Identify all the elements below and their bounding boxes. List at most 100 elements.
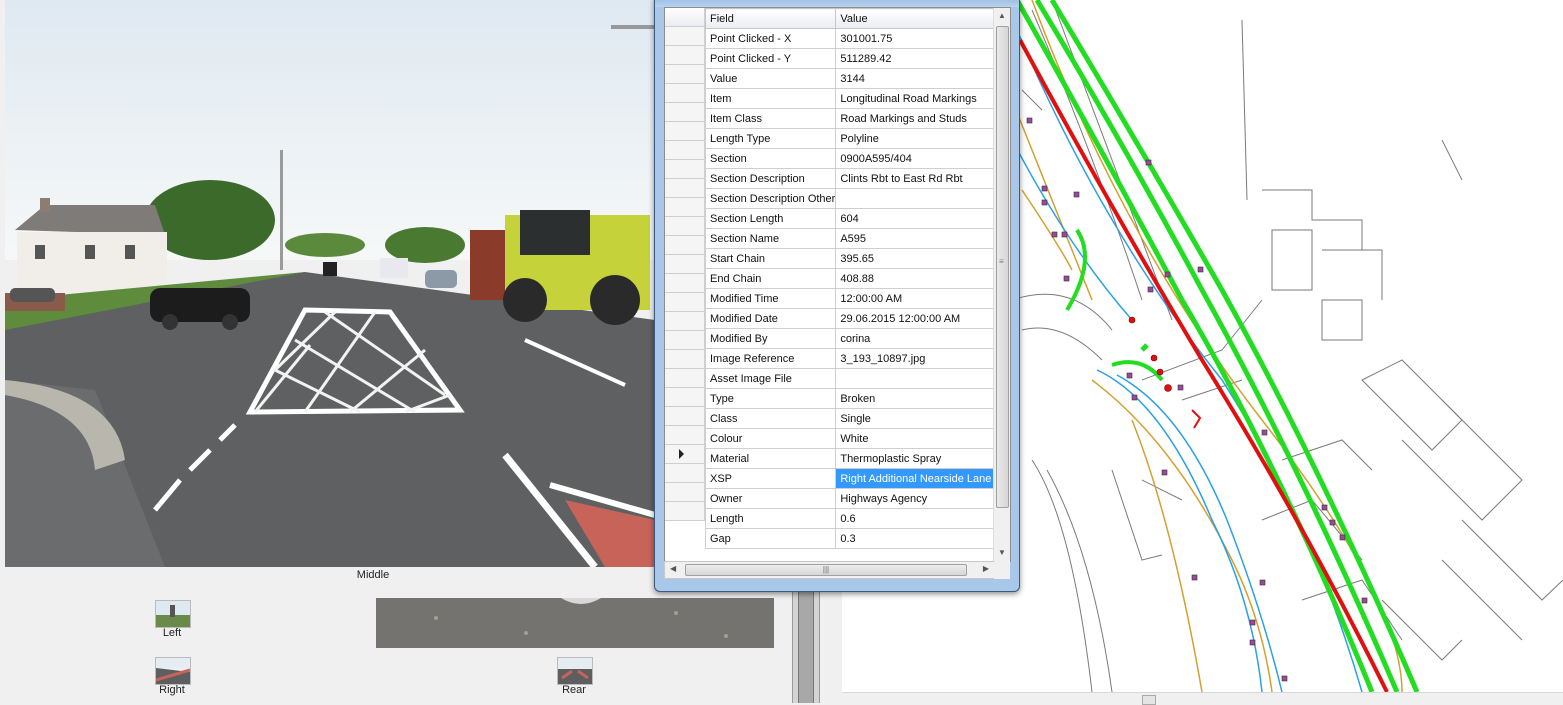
- column-header-field[interactable]: Field: [704, 8, 837, 29]
- row-header[interactable]: [665, 274, 705, 293]
- thumbnail-right[interactable]: [155, 657, 191, 685]
- row-header[interactable]: [665, 122, 705, 141]
- attribute-row[interactable]: Class Single: [704, 408, 1002, 429]
- scroll-left-arrow-icon[interactable]: ◀: [670, 564, 676, 573]
- row-header[interactable]: [665, 65, 705, 84]
- attribute-row[interactable]: Gap 0.3: [704, 528, 1002, 549]
- attribute-value-cell[interactable]: corina: [835, 328, 1002, 349]
- map-horizontal-scrollbar[interactable]: [842, 692, 1563, 705]
- attribute-row[interactable]: Section Length 604: [704, 208, 1002, 229]
- row-header[interactable]: [665, 369, 705, 388]
- attribute-row[interactable]: Item Class Road Markings and Studs: [704, 108, 1002, 129]
- row-header[interactable]: [665, 46, 705, 65]
- attribute-grid[interactable]: Field Value Point Clicked - X 301001.75 Po…: [664, 7, 1011, 562]
- attribute-window-titlebar[interactable]: [655, 0, 1019, 7]
- attribute-field-cell[interactable]: Point Clicked - X: [704, 28, 837, 49]
- attribute-row[interactable]: Point Clicked - X 301001.75: [704, 28, 1002, 49]
- attribute-row[interactable]: Point Clicked - Y 511289.42: [704, 48, 1002, 69]
- attribute-row[interactable]: Section Name A595: [704, 228, 1002, 249]
- grid-horizontal-scrollbar[interactable]: ◀ ||| ▶: [664, 561, 995, 579]
- row-header[interactable]: [665, 160, 705, 179]
- attribute-value-cell[interactable]: 29.06.2015 12:00:00 AM: [835, 308, 1002, 329]
- attribute-row[interactable]: Asset Image File: [704, 368, 1002, 389]
- row-header[interactable]: [665, 464, 705, 483]
- row-header[interactable]: [665, 445, 705, 464]
- attribute-field-cell[interactable]: Section Name: [704, 228, 837, 249]
- attribute-value-cell[interactable]: Clints Rbt to East Rd Rbt: [835, 168, 1002, 189]
- attribute-row[interactable]: Start Chain 395.65: [704, 248, 1002, 269]
- row-header[interactable]: [665, 502, 705, 521]
- attribute-row[interactable]: XSP Right Additional Nearside Lane 1: [704, 468, 1002, 489]
- attribute-value-cell[interactable]: Highways Agency: [835, 488, 1002, 509]
- scroll-right-arrow-icon[interactable]: ▶: [983, 564, 989, 573]
- attribute-field-cell[interactable]: Length: [704, 508, 837, 529]
- attribute-field-cell[interactable]: Class: [704, 408, 837, 429]
- thumbnail-rear[interactable]: [557, 657, 593, 685]
- attribute-row[interactable]: Section 0900A595/404: [704, 148, 1002, 169]
- attribute-field-cell[interactable]: Owner: [704, 488, 837, 509]
- row-header[interactable]: [665, 350, 705, 369]
- attribute-row[interactable]: Type Broken: [704, 388, 1002, 409]
- column-header-value[interactable]: Value: [835, 8, 1002, 29]
- attribute-value-cell[interactable]: 604: [835, 208, 1002, 229]
- attribute-row[interactable]: Value 3144: [704, 68, 1002, 89]
- attribute-value-cell[interactable]: Broken: [835, 388, 1002, 409]
- attribute-row[interactable]: Item Longitudinal Road Markings: [704, 88, 1002, 109]
- row-header[interactable]: [665, 293, 705, 312]
- attribute-row[interactable]: Material Thermoplastic Spray: [704, 448, 1002, 469]
- attribute-field-cell[interactable]: Modified Date: [704, 308, 837, 329]
- attribute-row[interactable]: Section Description Other: [704, 188, 1002, 209]
- attribute-field-cell[interactable]: Item Class: [704, 108, 837, 129]
- attribute-field-cell[interactable]: Type: [704, 388, 837, 409]
- attribute-row[interactable]: Length 0.6: [704, 508, 1002, 529]
- attribute-value-cell[interactable]: [835, 188, 1002, 209]
- grid-horizontal-scroll-thumb[interactable]: |||: [685, 564, 967, 576]
- attribute-value-cell[interactable]: 511289.42: [835, 48, 1002, 69]
- attribute-value-cell[interactable]: White: [835, 428, 1002, 449]
- attribute-value-cell[interactable]: 3144: [835, 68, 1002, 89]
- attribute-field-cell[interactable]: Start Chain: [704, 248, 837, 269]
- attribute-value-cell[interactable]: 0.3: [835, 528, 1002, 549]
- attribute-row[interactable]: Image Reference 3_193_10897.jpg: [704, 348, 1002, 369]
- attribute-field-cell[interactable]: Material: [704, 448, 837, 469]
- attribute-field-cell[interactable]: Gap: [704, 528, 837, 549]
- attribute-value-cell[interactable]: 0.6: [835, 508, 1002, 529]
- scroll-down-arrow-icon[interactable]: ▼: [994, 545, 1010, 561]
- attribute-field-cell[interactable]: Value: [704, 68, 837, 89]
- attribute-value-cell[interactable]: 12:00:00 AM: [835, 288, 1002, 309]
- row-header[interactable]: [665, 236, 705, 255]
- grid-vertical-scroll-thumb[interactable]: ≡: [996, 26, 1009, 508]
- attribute-row[interactable]: End Chain 408.88: [704, 268, 1002, 289]
- row-header[interactable]: [665, 331, 705, 350]
- thumbnail-left[interactable]: [155, 600, 191, 628]
- row-header[interactable]: [665, 255, 705, 274]
- row-header[interactable]: [665, 483, 705, 502]
- grid-vertical-scrollbar[interactable]: ▲ ≡ ▼: [993, 8, 1010, 561]
- row-header[interactable]: [665, 388, 705, 407]
- attribute-row[interactable]: Length Type Polyline: [704, 128, 1002, 149]
- attribute-row[interactable]: Colour White: [704, 428, 1002, 449]
- panel-splitter[interactable]: [792, 585, 820, 703]
- attribute-field-cell[interactable]: Length Type: [704, 128, 837, 149]
- row-header[interactable]: [665, 103, 705, 122]
- attribute-field-cell[interactable]: Colour: [704, 428, 837, 449]
- attribute-value-cell[interactable]: 0900A595/404: [835, 148, 1002, 169]
- attribute-field-cell[interactable]: Point Clicked - Y: [704, 48, 837, 69]
- attribute-field-cell[interactable]: Modified By: [704, 328, 837, 349]
- attribute-value-cell[interactable]: Thermoplastic Spray: [835, 448, 1002, 469]
- attribute-field-cell[interactable]: End Chain: [704, 268, 837, 289]
- attribute-value-cell[interactable]: 408.88: [835, 268, 1002, 289]
- attribute-field-cell[interactable]: Asset Image File: [704, 368, 837, 389]
- row-header[interactable]: [665, 407, 705, 426]
- row-header[interactable]: [665, 312, 705, 331]
- attribute-value-cell[interactable]: A595: [835, 228, 1002, 249]
- row-header[interactable]: [665, 179, 705, 198]
- attribute-value-cell[interactable]: 301001.75: [835, 28, 1002, 49]
- attribute-value-cell[interactable]: Longitudinal Road Markings: [835, 88, 1002, 109]
- attribute-field-cell[interactable]: Section Length: [704, 208, 837, 229]
- attribute-row[interactable]: Modified By corina: [704, 328, 1002, 349]
- attribute-value-cell[interactable]: Polyline: [835, 128, 1002, 149]
- attribute-field-cell[interactable]: Item: [704, 88, 837, 109]
- attribute-value-cell[interactable]: 3_193_10897.jpg: [835, 348, 1002, 369]
- attribute-row[interactable]: Section Description Clints Rbt to East Rd…: [704, 168, 1002, 189]
